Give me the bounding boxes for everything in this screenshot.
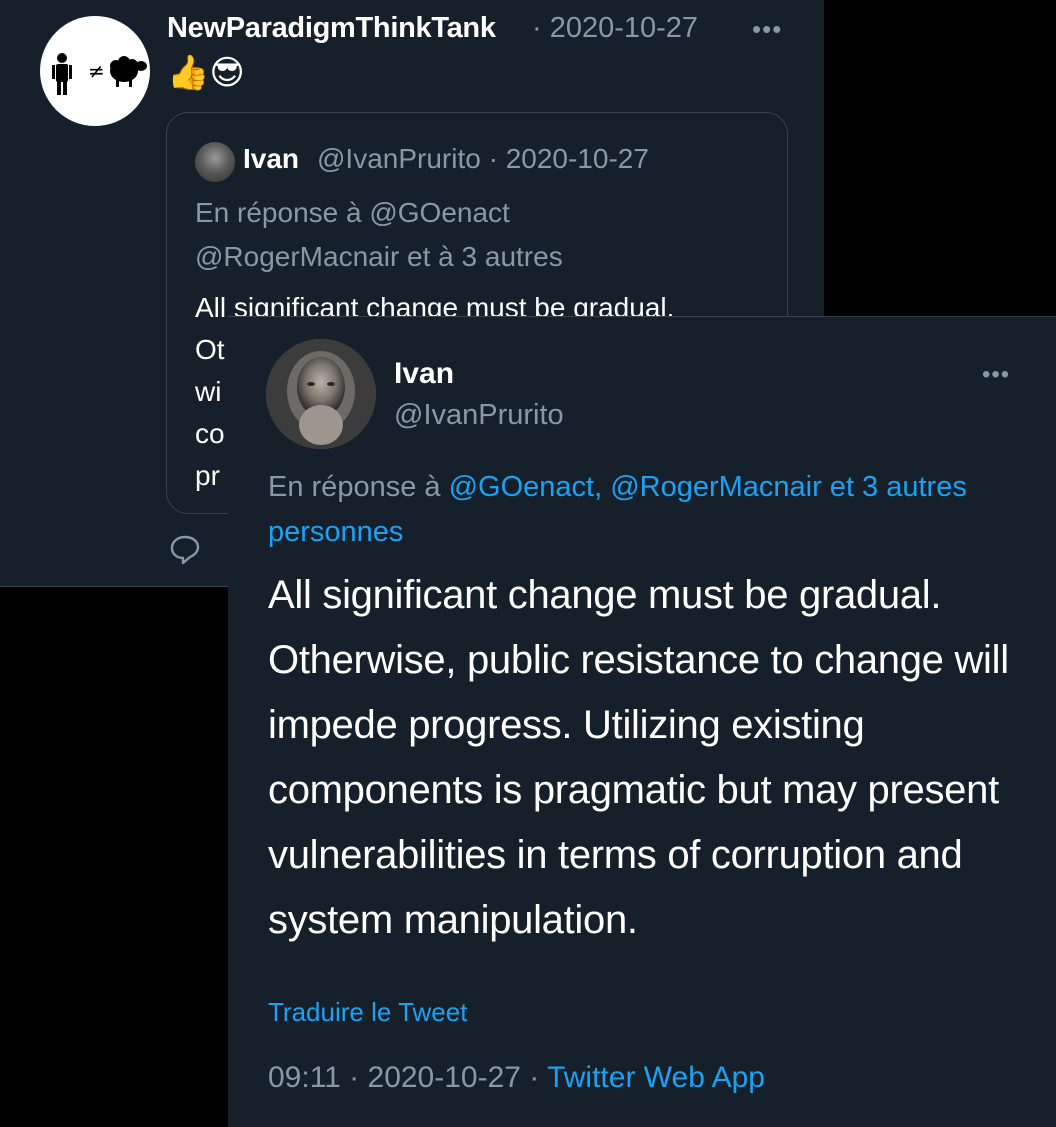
quoted-author-name: Ivan <box>243 143 300 174</box>
tweet-text: All significant change must be gradual. … <box>268 573 1009 942</box>
tweet-timestamp: 09:11 · 2020-10-27 · Twitter Web App <box>268 1061 765 1095</box>
reply-prefix: En réponse à <box>268 471 449 503</box>
avatar <box>195 142 235 182</box>
foreground-tweet: Ivan @IvanPrurito ••• En réponse à @GOen… <box>228 316 1056 1127</box>
avatar[interactable] <box>266 339 376 449</box>
author-name[interactable]: NewParadigmThinkTank <box>167 12 496 45</box>
translate-tweet-link[interactable]: Traduire le Tweet <box>268 997 467 1028</box>
reply-bubble-icon[interactable] <box>168 532 202 566</box>
author-name[interactable]: Ivan <box>394 357 454 391</box>
avatar[interactable]: ≠ <box>40 16 150 126</box>
more-options-icon[interactable]: ••• <box>752 14 782 45</box>
reply-context: En réponse à @GOenact <box>195 197 510 228</box>
quoted-author-meta: @IvanPrurito · 2020-10-27 <box>317 143 649 174</box>
person-not-equal-sheep-logo: ≠ <box>52 53 147 95</box>
source-app-link[interactable]: Twitter Web App <box>547 1061 765 1094</box>
tweet-date[interactable]: · 2020-10-27 <box>532 12 698 45</box>
svg-text:≠: ≠ <box>88 59 105 83</box>
reply-context: @RogerMacnair et à 3 autres <box>195 241 563 272</box>
more-options-icon[interactable]: ••• <box>982 361 1010 389</box>
reply-context: En réponse à @GOenact, @RogerMacnair et … <box>268 465 968 555</box>
tweet-text: 👍😎 <box>167 54 245 92</box>
time-date[interactable]: 09:11 · 2020-10-27 · <box>268 1061 547 1094</box>
author-handle[interactable]: @IvanPrurito <box>394 399 564 432</box>
profile-photo <box>266 339 376 449</box>
